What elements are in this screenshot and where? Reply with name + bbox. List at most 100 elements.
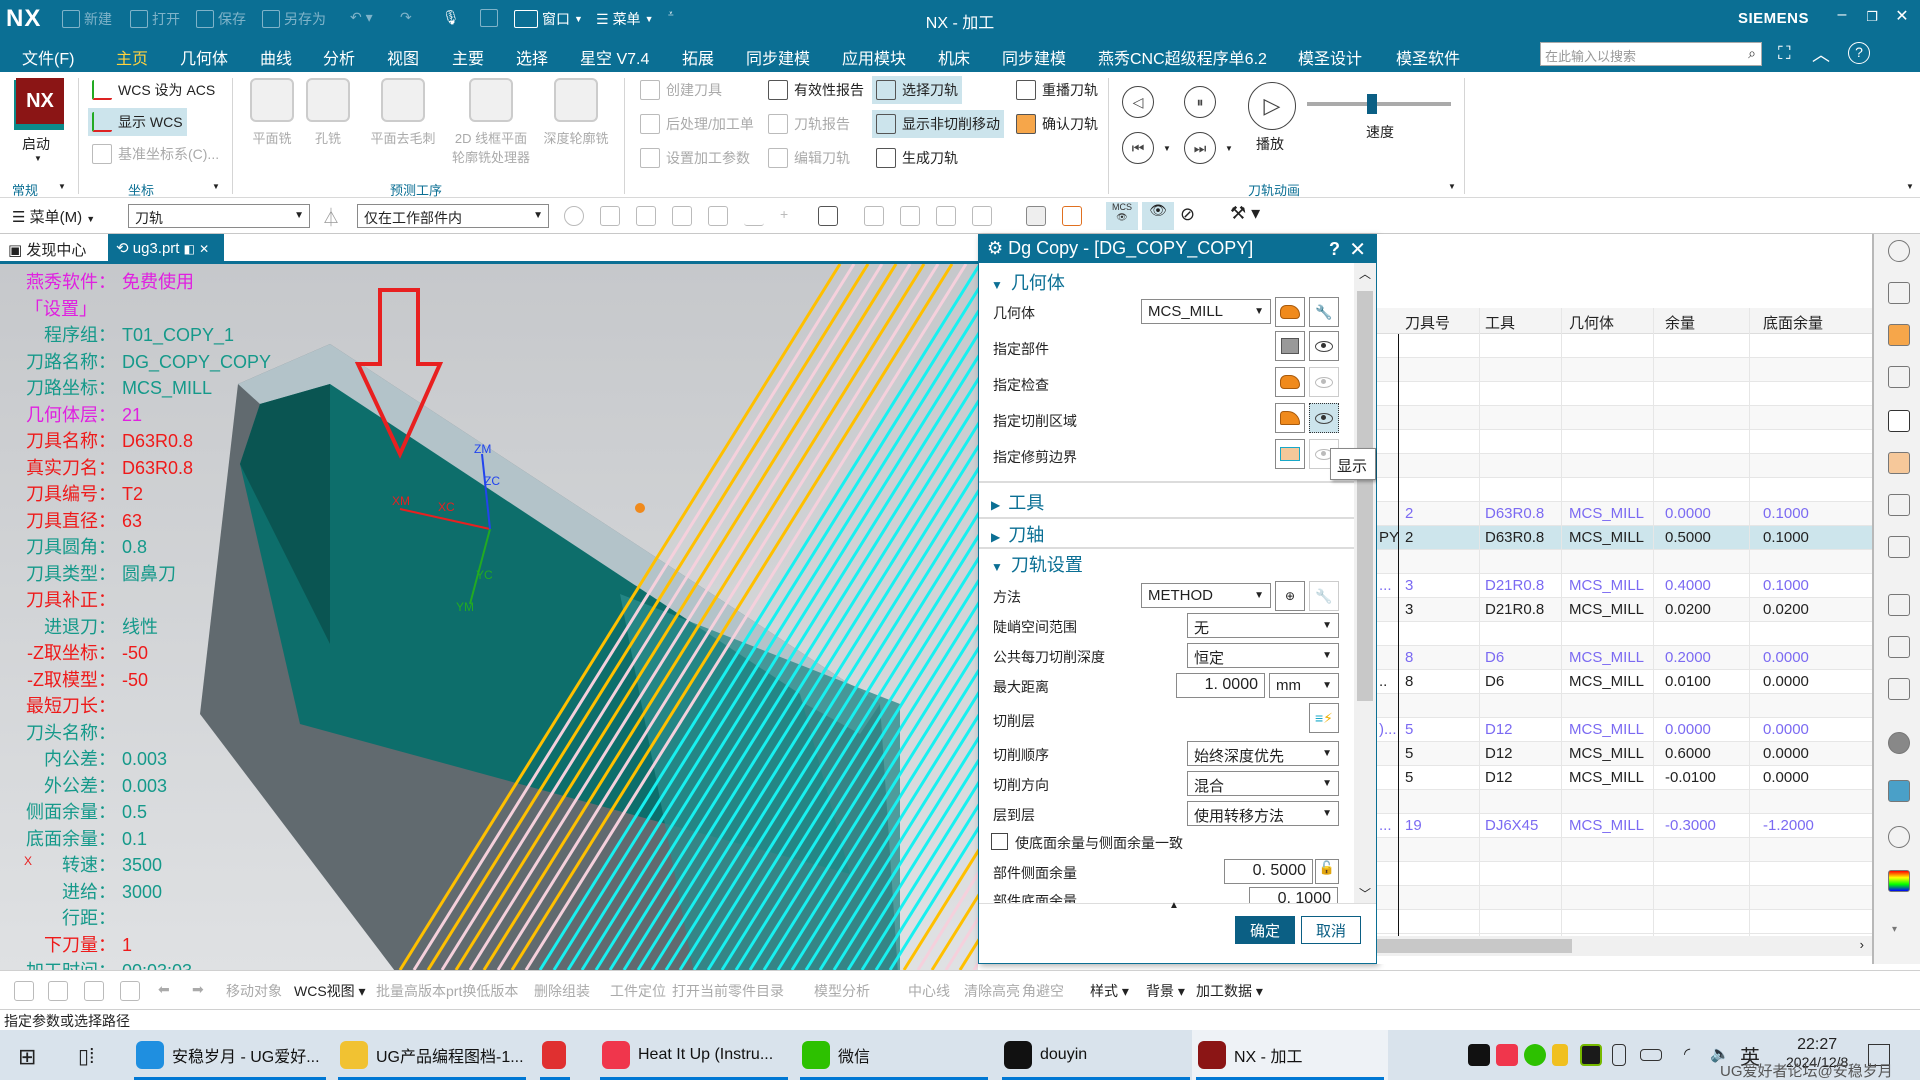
bottom-tool-button[interactable]: 背景 ▾ (1146, 981, 1185, 1001)
table-row[interactable]: 3 D21R0.8 MCS_MILL 0.0200 0.0200 (1377, 598, 1872, 622)
select-face-icon[interactable] (636, 206, 656, 226)
select-solid-icon[interactable] (600, 206, 620, 226)
taskbar-app[interactable]: douyin (998, 1030, 1194, 1080)
mcs-display-button[interactable]: MCS 👁 (1106, 202, 1138, 230)
table-row[interactable] (1377, 838, 1872, 862)
collapse-ribbon-icon[interactable]: ︿ (1812, 41, 1830, 67)
table-row[interactable]: ... 3 D21R0.8 MCS_MILL 0.4000 0.1000 (1377, 574, 1872, 598)
bottom-tool-button[interactable]: 工件定位 (610, 981, 666, 1001)
table-row[interactable] (1377, 550, 1872, 574)
datum-csys-button[interactable]: 基准坐标系(C)... (88, 140, 223, 168)
select-point-icon[interactable]: + (780, 206, 800, 226)
deselect-icon[interactable] (564, 206, 584, 226)
validity-report-button[interactable]: 有效性报告 (764, 76, 868, 104)
dropdown-arrow-icon[interactable]: ▼ (212, 182, 220, 191)
section-tool-axis-header[interactable]: ▶ 刀轴 (991, 521, 1044, 547)
hide-eye-icon[interactable]: ⊘ (1180, 204, 1195, 225)
filter-funnel-icon[interactable]: ⏃ (322, 204, 340, 230)
type-filter-select[interactable]: 刀轨 ▼ (128, 204, 310, 228)
shape-icon[interactable] (84, 981, 104, 1001)
section-tool-header[interactable]: ▶ 工具 (991, 489, 1044, 515)
section-geometry-header[interactable]: ▼ 几何体 (991, 269, 1065, 295)
dropdown-arrow-icon[interactable]: ▼ (1448, 182, 1456, 191)
display-check-button[interactable] (1309, 367, 1339, 397)
collapse-up-icon[interactable]: ▲ (1169, 900, 1179, 911)
measure-icon[interactable] (1888, 636, 1910, 658)
wcs-to-acs-button[interactable]: WCS 设为 ACS (88, 76, 219, 104)
tab-mosheng-software[interactable]: 模圣软件 (1396, 45, 1460, 69)
col-header-floor-stock[interactable]: 底面余量 (1763, 312, 1823, 333)
bottom-tool-button[interactable]: 加工数据 ▾ (1196, 981, 1263, 1001)
table-row[interactable]: PY 2 D63R0.8 MCS_MILL 0.5000 0.1000 (1377, 526, 1872, 550)
sheet-icon[interactable] (120, 981, 140, 1001)
scroll-down-icon[interactable]: ﹀ (1359, 885, 1371, 902)
table-row[interactable] (1377, 430, 1872, 454)
usb-tray-icon[interactable] (1612, 1044, 1626, 1066)
cut-direction-select[interactable]: 混合 ▼ (1187, 771, 1339, 796)
edit-geometry-button[interactable]: 🔧 (1309, 297, 1339, 327)
go-start-button[interactable]: ⏮ (1122, 132, 1154, 164)
clip-box-icon[interactable] (1062, 206, 1082, 226)
task-view-icon[interactable]: ▯⁞ (78, 1044, 95, 1069)
table-row[interactable]: 5 D12 MCS_MILL 0.6000 0.0000 (1377, 742, 1872, 766)
set-params-button[interactable]: 设置加工参数 (636, 144, 754, 172)
taskbar-app[interactable]: UG产品编程图档-1... (334, 1030, 530, 1080)
part-navigator-icon[interactable] (1888, 282, 1910, 304)
generate-toolpath-button[interactable]: 生成刀轨 (872, 144, 962, 172)
layout-icon[interactable] (48, 981, 68, 1001)
machine-tool-navigator-icon[interactable] (1888, 452, 1910, 474)
table-row[interactable]: ... 19 DJ6X45 MCS_MILL -0.3000 -1.2000 (1377, 814, 1872, 838)
part-side-stock-input[interactable]: 0. 5000 (1224, 859, 1313, 884)
play-button[interactable]: ▷ (1248, 82, 1296, 130)
taskbar-app[interactable]: 安稳岁月 - UG爱好... (130, 1030, 330, 1080)
settings-gear-icon[interactable] (1888, 240, 1910, 262)
specify-cut-area-button[interactable] (1275, 403, 1305, 433)
max-distance-input[interactable]: 1. 0000 (1176, 673, 1265, 698)
table-row[interactable]: 8 D6 MCS_MILL 0.2000 0.0000 (1377, 646, 1872, 670)
new-geometry-button[interactable] (1275, 297, 1305, 327)
taskbar-app[interactable] (536, 1030, 574, 1080)
table-row[interactable] (1377, 862, 1872, 886)
point-snap-icon[interactable] (972, 206, 992, 226)
history-clock-icon[interactable] (1888, 826, 1910, 848)
tab-applications[interactable]: 应用模块 (842, 45, 906, 69)
select-toolpath-button[interactable]: 选择刀轨 (872, 76, 962, 104)
edit-toolpath-button[interactable]: 编辑刀轨 (764, 144, 854, 172)
tab-extend[interactable]: 拓展 (682, 45, 714, 69)
table-row[interactable] (1377, 622, 1872, 646)
nvidia-tray-icon[interactable] (1580, 1044, 1602, 1066)
back-arrow-icon[interactable]: ⬅ (158, 981, 170, 998)
close-tab-icon[interactable]: ✕ (199, 242, 209, 256)
constraint-navigator-icon[interactable] (1888, 366, 1910, 388)
show-wcs-button[interactable]: 显示 WCS (88, 108, 187, 136)
bottom-tool-button[interactable]: 中心线 (908, 981, 950, 1001)
info-icon[interactable] (1888, 732, 1910, 754)
tab-home[interactable]: 主页 (111, 45, 153, 78)
bottom-tool-button[interactable]: 批量高版本prt换低版本 (376, 981, 518, 1001)
menu-m-button[interactable]: ☰ 菜单(M) ▼ (12, 206, 95, 227)
wcs-display-button[interactable]: 👁 (1142, 202, 1174, 230)
max-distance-unit-select[interactable]: mm ▼ (1269, 673, 1339, 698)
tab-select[interactable]: 选择 (516, 45, 548, 69)
cut-levels-button[interactable]: ≡⚡ (1309, 703, 1339, 733)
speed-slider[interactable] (1307, 94, 1451, 114)
new-method-button[interactable]: ⊕ (1275, 581, 1305, 611)
col-header-tool-number[interactable]: 刀具号 (1405, 312, 1450, 333)
specify-trim-boundary-button[interactable] (1275, 439, 1305, 469)
ribbon-options-arrow[interactable]: ▼ (1906, 182, 1914, 191)
restore-button[interactable]: ❐ (1858, 9, 1886, 25)
bottom-tool-button[interactable]: 样式 ▾ (1090, 981, 1129, 1001)
snap-point-icon[interactable] (864, 206, 884, 226)
display-part-button[interactable] (1309, 331, 1339, 361)
table-row[interactable] (1377, 886, 1872, 910)
dialog-scrollbar[interactable]: ︿ ﹀ (1354, 263, 1376, 905)
tab-yanxiu-cnc[interactable]: 燕秀CNC超级程序单6.2 (1098, 45, 1267, 69)
tiktok-tray-icon[interactable] (1468, 1044, 1490, 1066)
web-browser-icon[interactable] (1888, 780, 1910, 802)
tab-curve[interactable]: 曲线 (260, 45, 292, 69)
display-cut-area-button[interactable] (1309, 403, 1339, 433)
cut-order-select[interactable]: 始终深度优先 ▼ (1187, 741, 1339, 766)
table-row[interactable] (1377, 910, 1872, 934)
netease-music-tray-icon[interactable] (1496, 1044, 1518, 1066)
selection-scope-select[interactable]: 仅在工作部件内 ▼ (357, 204, 549, 228)
